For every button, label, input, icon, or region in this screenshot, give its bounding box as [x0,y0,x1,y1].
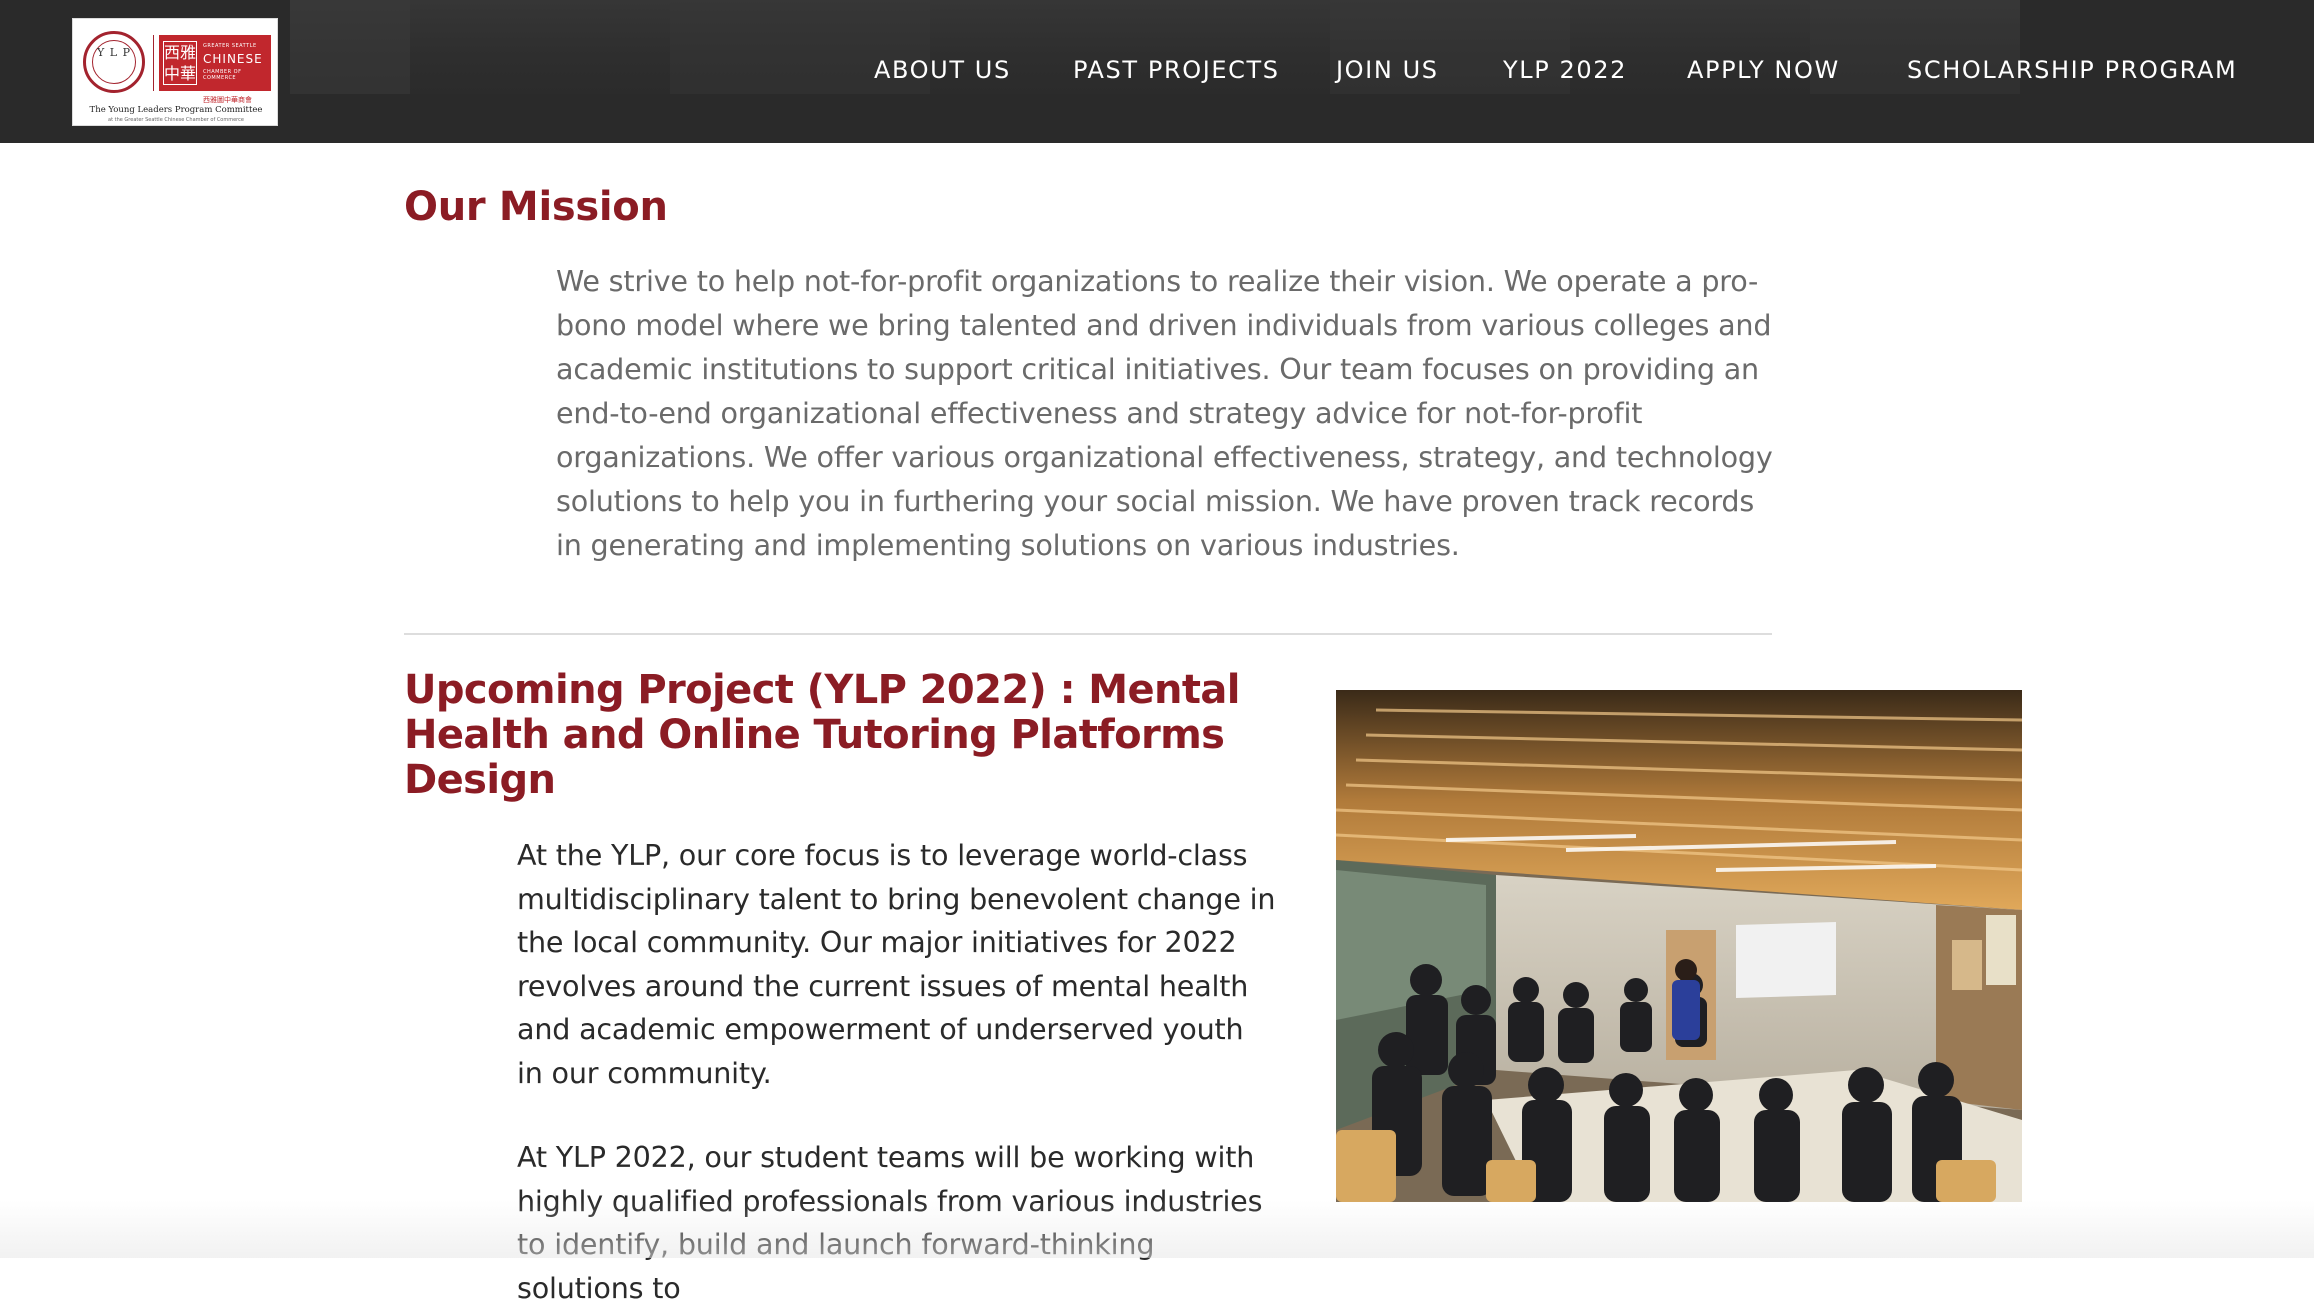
site-header: Y L P 西雅 中華 GREATER SEATTLE CHINESE CHAM… [0,0,2314,143]
nav-join-us[interactable]: JOIN US [1336,56,1439,84]
nav-past-projects[interactable]: PAST PROJECTS [1073,56,1280,84]
logo-subcaption: at the Greater Seattle Chinese Chamber o… [108,117,244,123]
chamber-word: CHINESE [203,52,263,66]
site-logo[interactable]: Y L P 西雅 中華 GREATER SEATTLE CHINESE CHAM… [72,18,278,126]
emblem-letters: Y L P [97,46,131,59]
nav-ylp-2022[interactable]: YLP 2022 [1503,56,1627,84]
meeting-room-photo [1336,690,2022,1202]
chamber-glyphs: 西雅 中華 [163,41,197,85]
project-paragraph-1: At the YLP, our core focus is to leverag… [517,838,1276,1090]
logo-caption: The Young Leaders Program Committee [89,105,263,115]
nav-about-us[interactable]: ABOUT US [874,56,1011,84]
chamber-top-text: GREATER SEATTLE [203,43,257,49]
chamber-logo: 西雅 中華 GREATER SEATTLE CHINESE CHAMBER OF… [159,35,271,91]
nav-apply-now[interactable]: APPLY NOW [1687,56,1840,84]
chamber-chinese-name: 西雅圖中華商會 [203,96,252,104]
chamber-bottom-text: CHAMBER OF COMMERCE [203,69,242,81]
project-paragraph-2: At YLP 2022, our student teams will be w… [517,1140,1263,1305]
mission-heading: Our Mission [404,184,668,230]
ylp-emblem: Y L P [83,31,145,93]
mission-body: We strive to help not-for-profit organiz… [556,264,1773,562]
nav-scholarship-program[interactable]: SCHOLARSHIP PROGRAM [1907,56,2237,84]
project-heading: Upcoming Project (YLP 2022) : Mental Hea… [404,667,1241,803]
section-divider [404,633,1772,635]
